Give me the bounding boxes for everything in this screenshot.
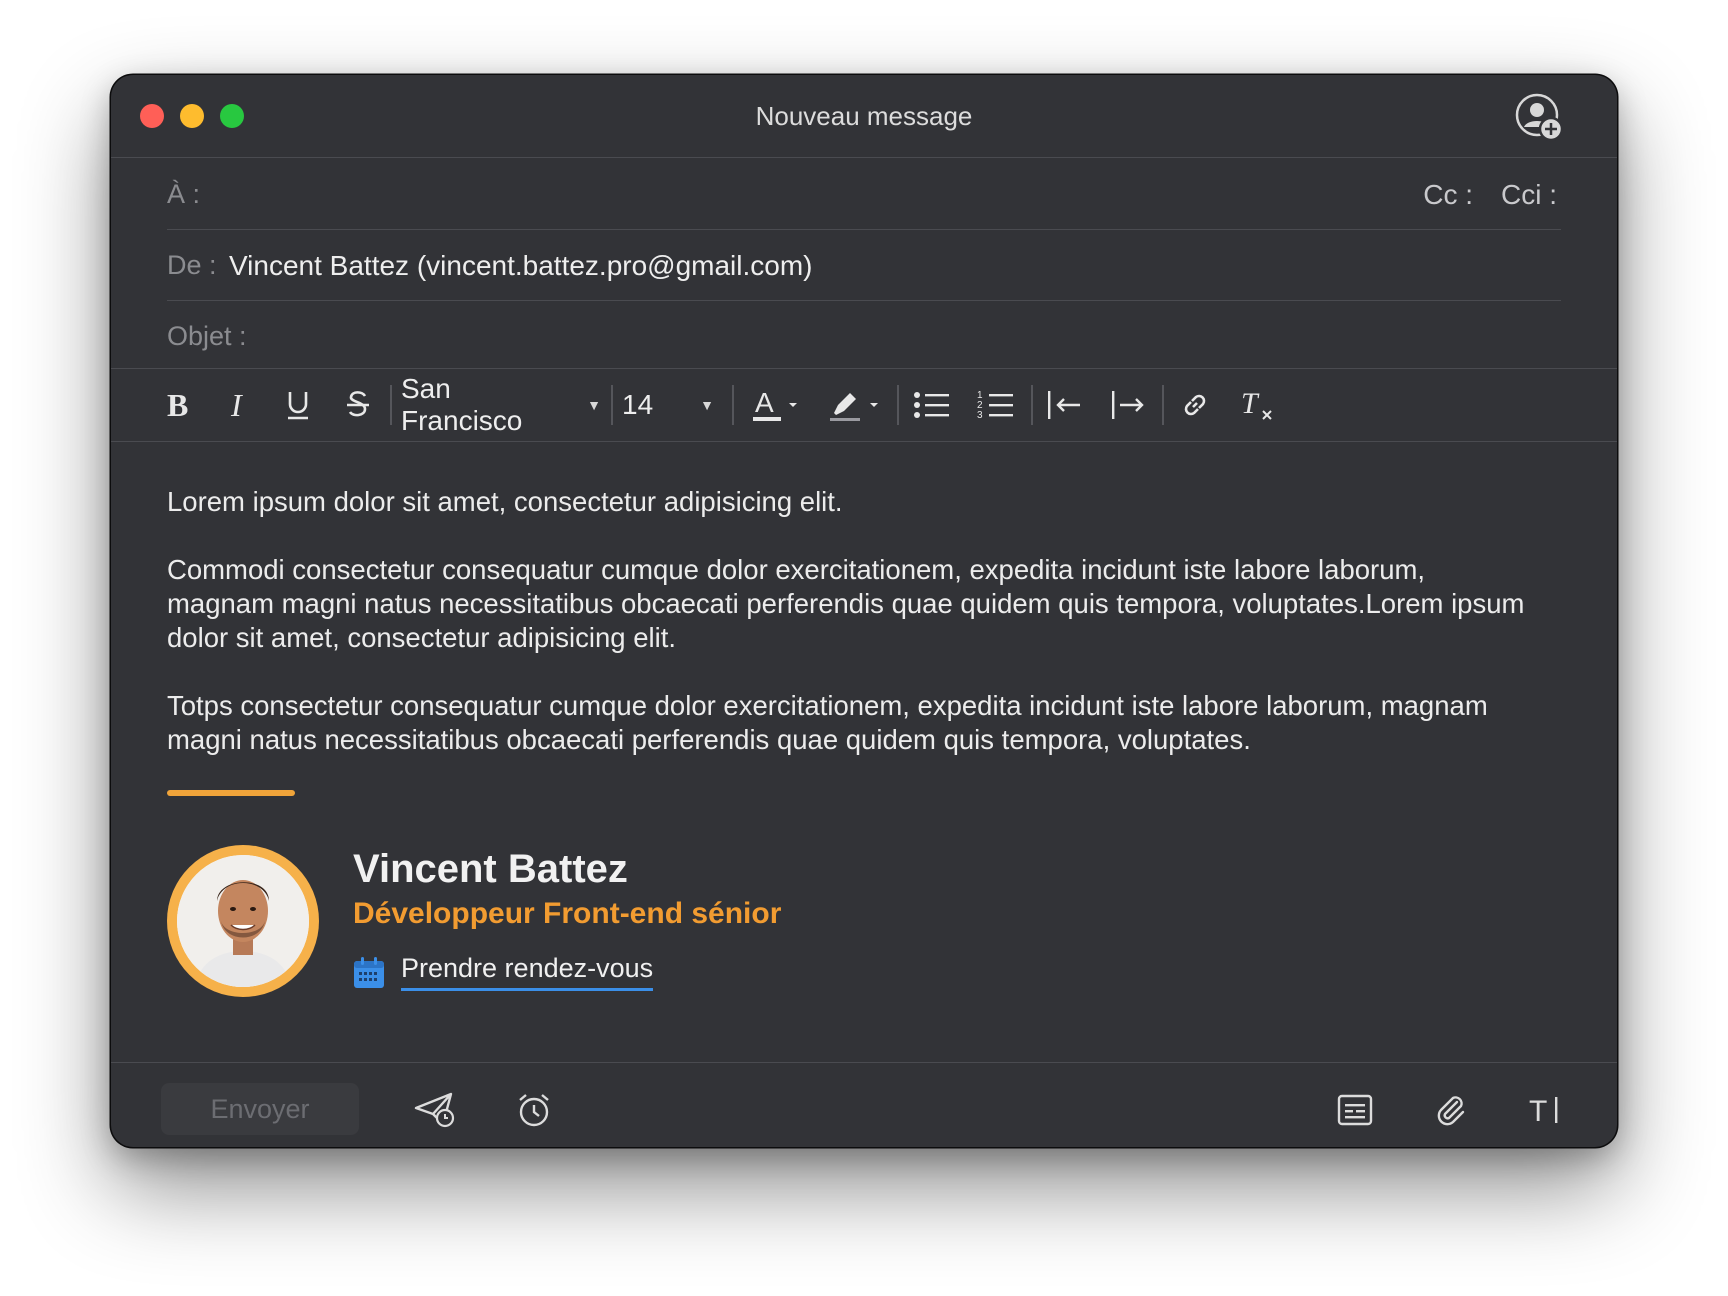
toolbar-separator xyxy=(390,385,392,425)
alarm-icon[interactable] xyxy=(511,1087,557,1133)
to-row[interactable]: À : Cc : Cci : xyxy=(167,159,1561,230)
underline-icon[interactable] xyxy=(275,369,321,441)
subject-row[interactable]: Objet : xyxy=(167,301,1617,371)
window-title: Nouveau message xyxy=(755,101,973,131)
svg-text:A: A xyxy=(755,387,774,418)
font-family-select[interactable]: San Francisco ▼ xyxy=(401,369,601,441)
message-body[interactable]: Lorem ipsum dolor sit amet, consectetur … xyxy=(167,485,1537,791)
italic-icon[interactable]: I xyxy=(215,369,261,441)
attachment-icon[interactable] xyxy=(1428,1087,1474,1133)
numbered-list-icon[interactable]: 123 xyxy=(971,369,1021,441)
compose-window: Nouveau message À : Cc : Cci : De : Vinc… xyxy=(111,75,1617,1147)
calendar-icon xyxy=(352,956,386,990)
clear-format-icon[interactable]: T xyxy=(1233,369,1285,441)
text-format-icon[interactable]: T xyxy=(1524,1087,1570,1133)
toolbar-separator xyxy=(1162,385,1164,425)
indent-icon[interactable] xyxy=(1103,369,1155,441)
highlight-icon[interactable] xyxy=(823,369,887,441)
link-icon[interactable] xyxy=(1169,369,1221,441)
chevron-down-icon: ▼ xyxy=(587,397,601,413)
body-paragraph: Commodi consectetur consequatur cumque d… xyxy=(167,554,1525,653)
svg-text:T: T xyxy=(1241,387,1260,420)
toolbar-separator xyxy=(611,385,613,425)
bullet-list-icon[interactable] xyxy=(907,369,957,441)
font-family-value: San Francisco xyxy=(401,373,523,436)
font-size-select[interactable]: 14 ▼ xyxy=(622,369,714,441)
format-toolbar: B I San Francisco ▼ 14 ▼ A 1 2 3 T xyxy=(111,368,1617,442)
to-label: À : xyxy=(167,179,201,209)
text-color-icon[interactable]: A xyxy=(745,369,805,441)
subject-label: Objet : xyxy=(167,321,247,351)
svg-text:3: 3 xyxy=(977,410,983,421)
signature-role: Développeur Front-end sénior xyxy=(353,897,782,930)
outdent-icon[interactable] xyxy=(1039,369,1091,441)
bold-icon[interactable]: B xyxy=(155,369,201,441)
body-paragraph: Lorem ipsum dolor sit amet, consectetur … xyxy=(167,486,843,517)
from-value[interactable]: Vincent Battez (vincent.battez.pro@gmail… xyxy=(229,250,813,282)
svg-text:B: B xyxy=(167,390,188,420)
toolbar-separator xyxy=(732,385,734,425)
template-icon[interactable] xyxy=(1332,1087,1378,1133)
svg-text:T: T xyxy=(1529,1095,1547,1128)
strikethrough-icon[interactable] xyxy=(335,369,381,441)
svg-text:I: I xyxy=(230,390,243,420)
chevron-down-icon: ▼ xyxy=(700,397,714,413)
bottom-bar: Envoyer T xyxy=(111,1062,1617,1147)
add-contact-icon[interactable] xyxy=(1513,91,1567,145)
title-bar: Nouveau message xyxy=(111,75,1617,158)
toolbar-separator xyxy=(897,385,899,425)
send-later-icon[interactable] xyxy=(413,1087,459,1133)
font-size-value: 14 xyxy=(622,389,654,420)
send-button[interactable]: Envoyer xyxy=(161,1083,359,1135)
profile-photo xyxy=(177,855,309,987)
book-meeting-link[interactable]: Prendre rendez-vous xyxy=(401,953,654,991)
body-paragraph: Totps consectetur consequatur cumque dol… xyxy=(167,690,1488,755)
toolbar-separator xyxy=(1031,385,1033,425)
cc-button[interactable]: Cc : xyxy=(1423,179,1473,211)
cci-button[interactable]: Cci : xyxy=(1501,179,1557,211)
signature-divider xyxy=(167,790,295,796)
from-row[interactable]: De : Vincent Battez (vincent.battez.pro@… xyxy=(167,230,1561,301)
from-label: De : xyxy=(167,250,217,280)
signature-name: Vincent Battez xyxy=(353,847,628,891)
avatar xyxy=(167,845,319,997)
